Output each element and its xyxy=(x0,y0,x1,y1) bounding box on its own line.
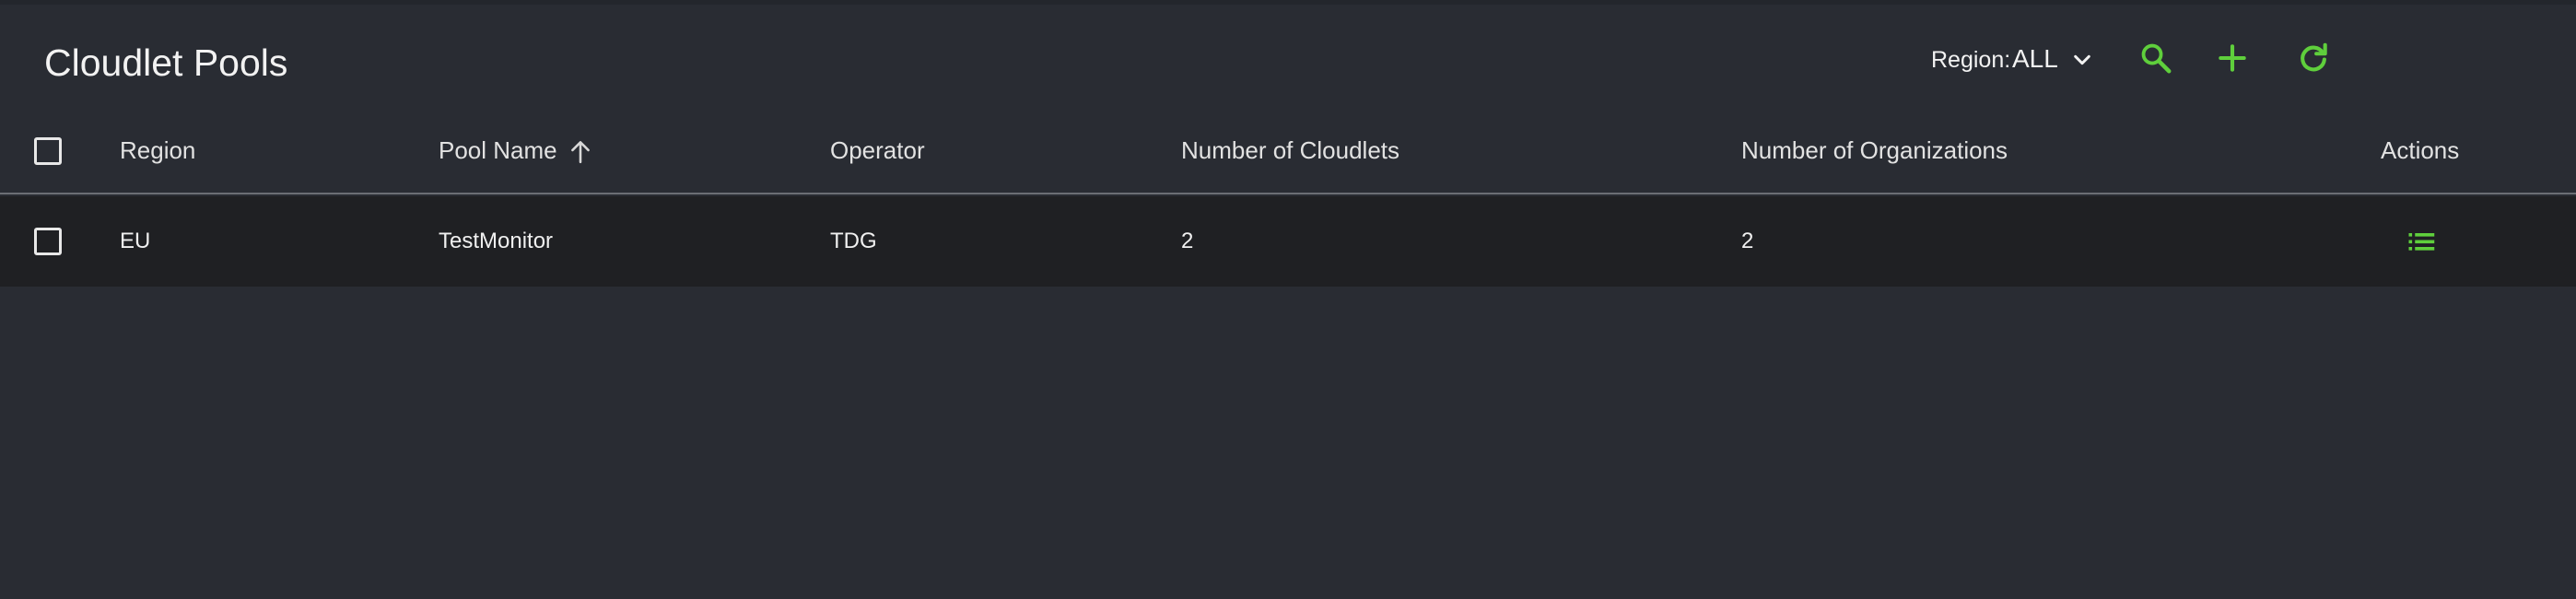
column-header-label: Number of Cloudlets xyxy=(1181,136,1399,164)
cloudlet-pools-page: Cloudlet Pools Region: ALL Region Pool N… xyxy=(0,0,2576,599)
refresh-button[interactable] xyxy=(2290,35,2336,81)
chevron-down-icon xyxy=(2074,54,2090,65)
table-row[interactable]: EU TestMonitor TDG 2 2 xyxy=(0,196,2576,287)
sort-ascending-icon[interactable] xyxy=(568,137,592,165)
cell-operator: TDG xyxy=(830,229,877,253)
column-header-cloudlets[interactable]: Number of Cloudlets xyxy=(1181,109,1399,193)
region-label: Region: xyxy=(1931,47,2011,73)
plus-icon xyxy=(2219,44,2246,72)
cell-actions xyxy=(2405,196,2438,287)
refresh-icon xyxy=(2301,42,2327,72)
list-icon[interactable] xyxy=(2405,225,2438,258)
table-header: Region Pool Name Operator Number of Clou… xyxy=(0,109,2576,194)
search-icon xyxy=(2141,43,2172,74)
column-header-label: Operator xyxy=(830,136,925,164)
column-header-label: Region xyxy=(120,136,196,164)
column-header-organizations[interactable]: Number of Organizations xyxy=(1741,109,2008,193)
cell-region: EU xyxy=(120,229,151,253)
page-title: Cloudlet Pools xyxy=(44,41,288,84)
cell-organizations: 2 xyxy=(1741,229,1754,253)
region-select[interactable]: Region: ALL xyxy=(1931,41,2143,77)
top-strip xyxy=(0,0,2576,5)
search-button[interactable] xyxy=(2133,35,2179,81)
row-select-cell xyxy=(34,196,62,287)
column-header-actions: Actions xyxy=(2381,109,2459,193)
cell-pool-name: TestMonitor xyxy=(439,229,554,253)
select-all-checkbox[interactable] xyxy=(34,136,62,165)
column-header-operator[interactable]: Operator xyxy=(830,109,925,193)
row-checkbox[interactable] xyxy=(34,228,62,255)
region-value: ALL xyxy=(2012,44,2058,73)
column-header-label: Number of Organizations xyxy=(1741,136,2008,164)
select-all-cell xyxy=(34,109,62,193)
column-header-label: Pool Name xyxy=(439,136,557,164)
toolbar: Region: ALL xyxy=(1931,28,2576,87)
column-header-pool-name[interactable]: Pool Name xyxy=(439,109,592,193)
add-button[interactable] xyxy=(2209,35,2255,81)
cell-cloudlets: 2 xyxy=(1181,229,1194,253)
column-header-region[interactable]: Region xyxy=(120,109,195,193)
column-header-label: Actions xyxy=(2381,136,2460,164)
